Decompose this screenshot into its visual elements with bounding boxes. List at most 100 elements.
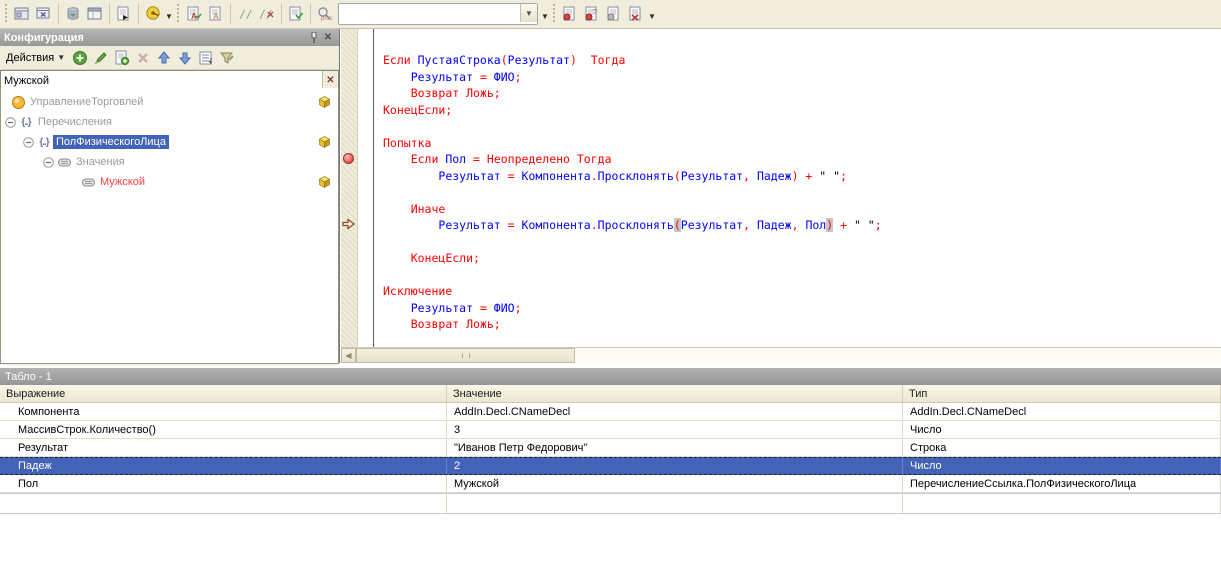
remove-comment-icon[interactable]: // — [256, 3, 278, 25]
tree-item[interactable]: {..} ПолФизическогоЛица — [1, 132, 338, 152]
remove-all-breakpoints-icon[interactable] — [625, 3, 647, 25]
cell-type[interactable]: Строка — [903, 439, 1221, 456]
cell-type[interactable] — [903, 494, 1221, 513]
breakpoint-gutter[interactable] — [341, 29, 358, 347]
pin-icon[interactable] — [307, 31, 321, 44]
code-line[interactable]: Возврат Ложь; — [383, 316, 882, 333]
move-up-icon[interactable] — [153, 48, 174, 67]
cell-value[interactable] — [447, 494, 903, 513]
table-row[interactable] — [0, 493, 1221, 514]
code-line[interactable]: Результат = Компонента.Просклонять(Резул… — [383, 168, 882, 185]
table-row[interactable]: Компонента AddIn.Decl.CNameDecl AddIn.Decl… — [0, 403, 1221, 421]
tree-item[interactable]: {..} Перечисления — [1, 112, 338, 132]
conditional-breakpoint-icon[interactable]: ? — [581, 3, 603, 25]
code-line[interactable]: Если Пол = Неопределено Тогда — [383, 151, 882, 168]
chevron-down-icon[interactable]: ▼ — [647, 3, 657, 25]
scrollbar-track[interactable] — [575, 348, 1221, 363]
tree-expander-icon[interactable] — [41, 156, 55, 168]
form-table-icon[interactable] — [84, 3, 106, 25]
cell-type[interactable]: ПеречислениеСсылка.ПолФизическогоЛица — [903, 475, 1221, 492]
actions-menu-button[interactable]: Действия ▼ — [2, 52, 69, 64]
cell-value[interactable]: "Иванов Петр Федорович" — [447, 439, 903, 456]
code-line[interactable] — [383, 267, 882, 284]
breakpoint-marker-icon[interactable] — [343, 153, 354, 164]
procedure-combobox[interactable]: ▼ — [338, 3, 538, 25]
cell-type[interactable]: Число — [903, 458, 1221, 474]
tree-item[interactable]: УправлениеТорговлей — [1, 92, 338, 112]
format-module-icon[interactable] — [285, 3, 307, 25]
move-down-icon[interactable] — [174, 48, 195, 67]
cell-value[interactable]: 2 — [447, 458, 903, 474]
close-icon[interactable]: ✕ — [321, 31, 335, 44]
copy-add-icon[interactable] — [111, 48, 132, 67]
list-icon[interactable] — [195, 48, 216, 67]
cell-expression[interactable]: Падеж — [0, 458, 447, 474]
filter-icon[interactable] — [216, 48, 237, 67]
add-comment-icon[interactable]: // — [234, 3, 256, 25]
combobox-dropdown-button[interactable]: ▼ — [520, 4, 537, 22]
close-windows-icon[interactable] — [33, 3, 55, 25]
delete-icon[interactable] — [132, 48, 153, 67]
code-line[interactable] — [383, 118, 882, 135]
cell-expression[interactable] — [0, 494, 447, 513]
cell-value[interactable]: AddIn.Decl.CNameDecl — [447, 403, 903, 420]
code-line[interactable]: Результат = Компонента.Просклонять(Резул… — [383, 217, 882, 234]
save-image-icon[interactable] — [142, 3, 164, 25]
syntax-check-all-icon[interactable]: A — [205, 3, 227, 25]
procedures-functions-icon[interactable]: proc — [314, 3, 336, 25]
code-line[interactable] — [383, 234, 882, 251]
code-token: Результат — [438, 168, 501, 183]
cell-expression[interactable]: Пол — [0, 475, 447, 492]
edit-form-icon[interactable] — [11, 3, 33, 25]
scrollbar-thumb[interactable] — [356, 348, 575, 363]
column-header[interactable]: Значение — [447, 385, 903, 402]
tree-expander-icon[interactable] — [21, 136, 35, 148]
table-row[interactable]: МассивСтрок.Количество() 3 Число — [0, 421, 1221, 439]
cell-type[interactable]: Число — [903, 421, 1221, 438]
code-line[interactable]: Если ПустаяСтрока(Результат) Тогда — [383, 52, 882, 69]
breakpoint-icon[interactable] — [559, 3, 581, 25]
code-token: Если — [383, 53, 418, 67]
code-line[interactable]: КонецЕсли; — [383, 102, 882, 119]
code-text[interactable]: Если ПустаяСтрока(Результат) Тогда Резул… — [383, 52, 882, 333]
cell-type[interactable]: AddIn.Decl.CNameDecl — [903, 403, 1221, 420]
procedure-combobox-input[interactable] — [339, 4, 520, 24]
code-line[interactable]: Исключение — [383, 283, 882, 300]
disable-breakpoint-icon[interactable] — [603, 3, 625, 25]
column-header[interactable]: Выражение — [0, 385, 447, 402]
code-line[interactable]: Результат = ФИО; — [383, 69, 882, 86]
code-line[interactable]: Возврат Ложь; — [383, 85, 882, 102]
code-line[interactable]: Иначе — [383, 201, 882, 218]
code-token: = — [500, 218, 522, 232]
edit-icon[interactable] — [90, 48, 111, 67]
update-db-config-icon[interactable] — [62, 3, 84, 25]
open-module-icon[interactable] — [113, 3, 135, 25]
scroll-left-button[interactable]: ◀ — [341, 348, 356, 363]
column-header[interactable]: Тип — [903, 385, 1221, 402]
table-row[interactable]: Падеж 2 Число — [0, 457, 1221, 475]
cell-expression[interactable]: Компонента — [0, 403, 447, 420]
syntax-check-icon[interactable]: A — [183, 3, 205, 25]
code-line[interactable]: Результат = ФИО; — [383, 300, 882, 317]
code-line[interactable] — [383, 184, 882, 201]
code-line[interactable]: Попытка — [383, 135, 882, 152]
chevron-down-icon[interactable]: ▼ — [164, 3, 174, 25]
tree-item[interactable]: Значения — [1, 152, 338, 172]
code-line[interactable]: КонецЕсли; — [383, 250, 882, 267]
cell-expression[interactable]: МассивСтрок.Количество() — [0, 421, 447, 438]
tree-search-input[interactable] — [1, 74, 322, 87]
svg-text:proc: proc — [321, 16, 333, 22]
cell-value[interactable]: 3 — [447, 421, 903, 438]
tree-item[interactable]: Мужской — [1, 172, 338, 192]
tree-expander-icon[interactable] — [3, 116, 17, 128]
chevron-down-icon[interactable]: ▼ — [540, 3, 550, 25]
editor-horizontal-scrollbar[interactable]: ◀ — [341, 347, 1221, 363]
table-row[interactable]: Результат "Иванов Петр Федорович" Строка — [0, 439, 1221, 457]
add-icon[interactable] — [69, 48, 90, 67]
cell-value[interactable]: Мужской — [447, 475, 903, 492]
cell-expression[interactable]: Результат — [0, 439, 447, 456]
module-editor[interactable]: Если ПустаяСтрока(Результат) Тогда Резул… — [339, 29, 1221, 363]
table-row[interactable]: Пол Мужской ПеречислениеСсылка.ПолФизическ… — [0, 475, 1221, 493]
